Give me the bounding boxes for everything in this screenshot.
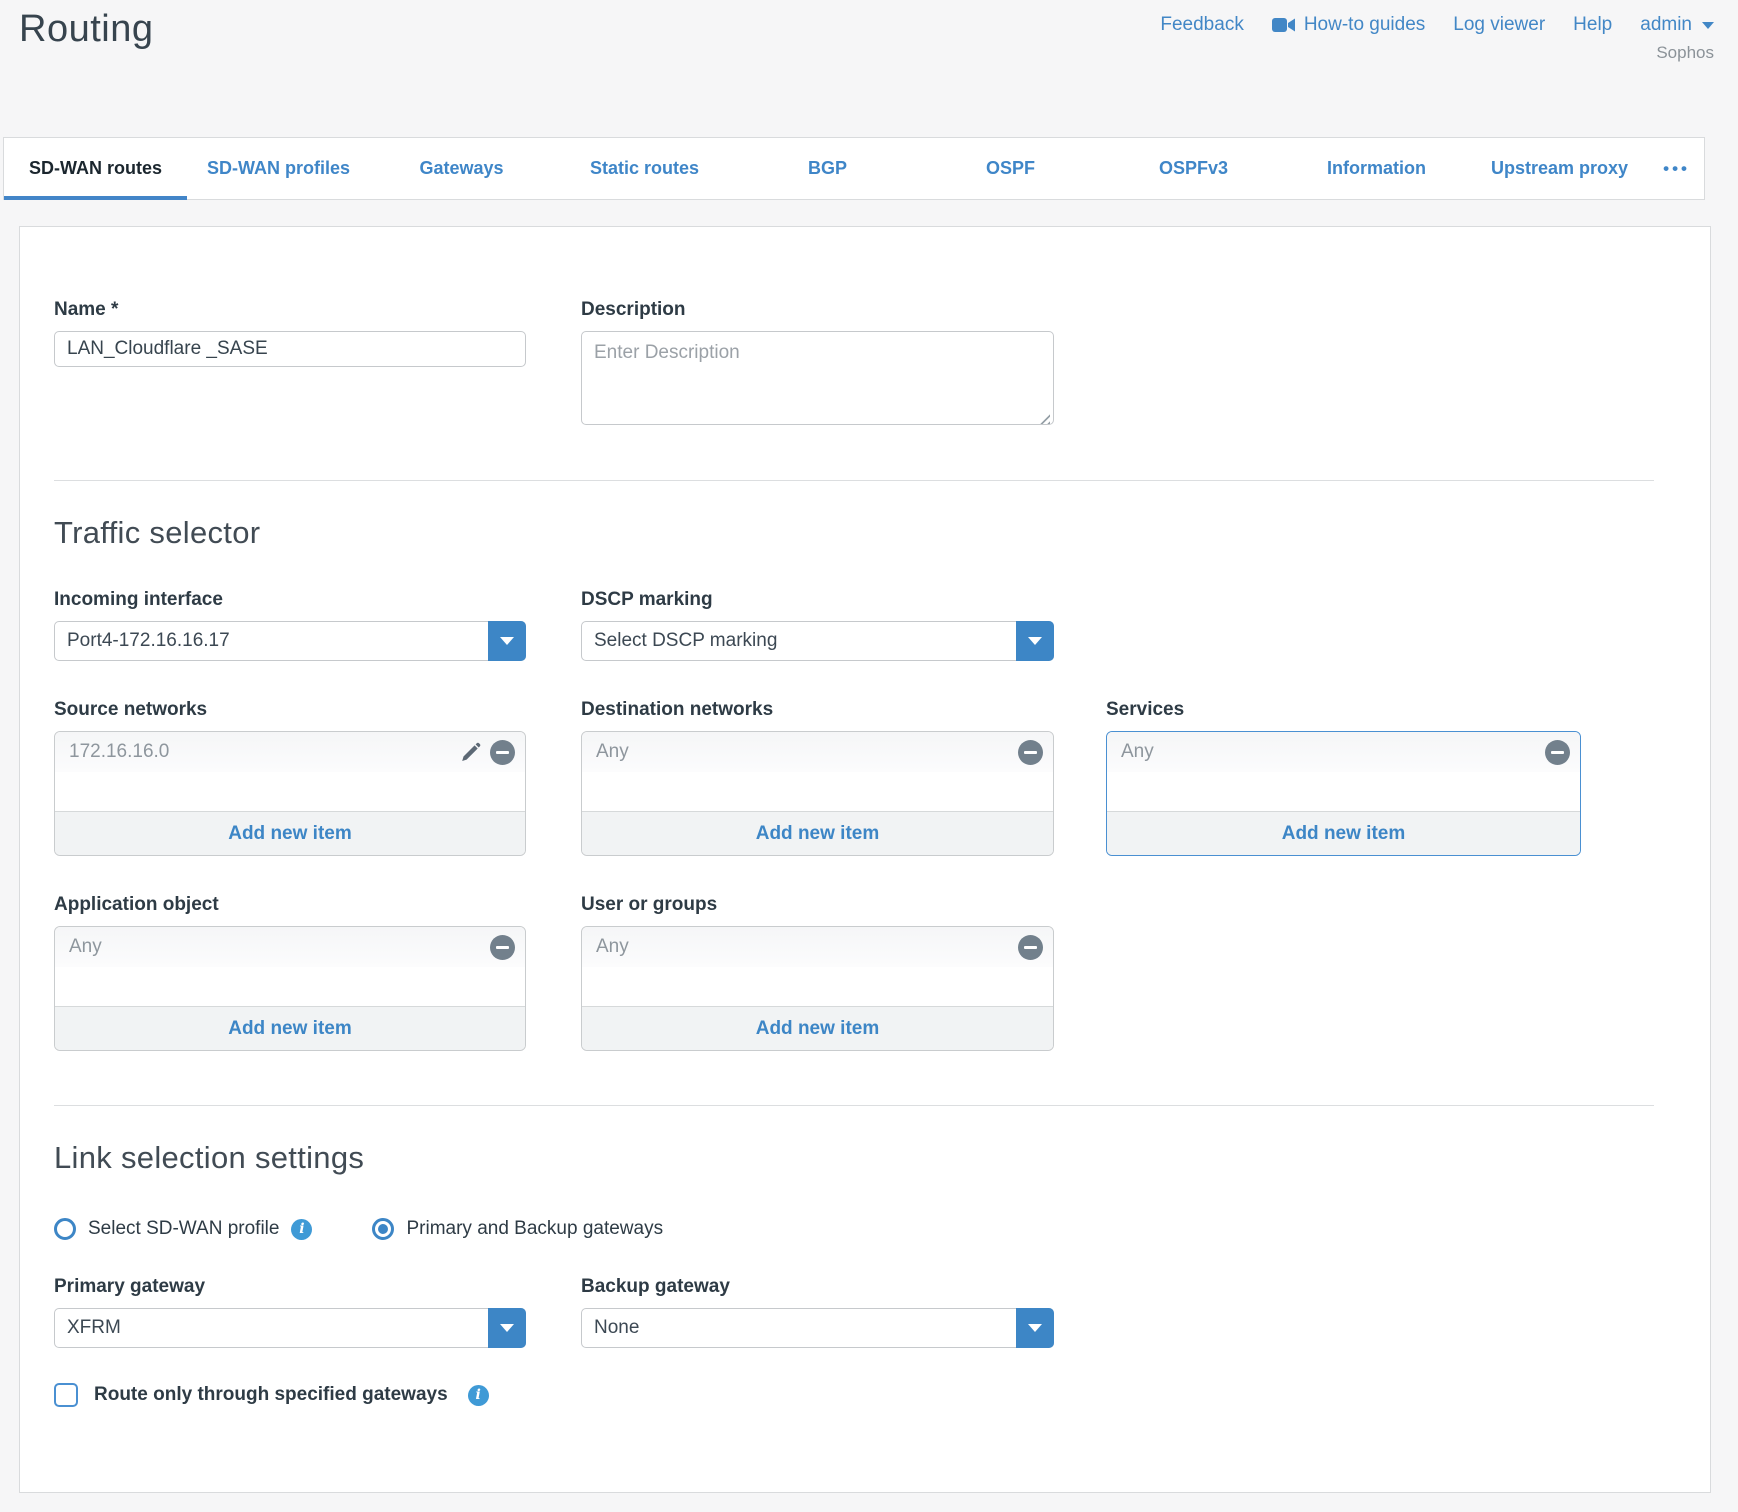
link-selection-heading: Link selection settings — [54, 1140, 1671, 1176]
route-only-checkbox-label: Route only through specified gateways — [94, 1384, 448, 1406]
primary-gateway-label: Primary gateway — [54, 1276, 526, 1298]
backup-gateway-label: Backup gateway — [581, 1276, 1054, 1298]
help-link[interactable]: Help — [1573, 14, 1612, 36]
add-new-item-button[interactable]: Add new item — [55, 811, 525, 855]
page-header: Routing Feedback How-to guides Log viewe… — [0, 0, 1738, 137]
user-or-groups-label: User or groups — [581, 894, 1054, 916]
remove-item-icon[interactable] — [1545, 740, 1570, 765]
add-new-item-button[interactable]: Add new item — [55, 1006, 525, 1050]
top-navigation: Feedback How-to guides Log viewer Help a… — [1160, 14, 1714, 63]
backup-gateway-value: None — [582, 1317, 1016, 1339]
feedback-link[interactable]: Feedback — [1160, 14, 1243, 36]
required-mark: * — [111, 299, 118, 320]
section-divider — [54, 1105, 1654, 1106]
remove-item-icon[interactable] — [490, 740, 515, 765]
primary-backup-radio-label: Primary and Backup gateways — [406, 1218, 663, 1240]
howto-guides-link[interactable]: How-to guides — [1272, 14, 1425, 36]
remove-item-icon[interactable] — [1018, 935, 1043, 960]
chevron-down-icon — [1702, 22, 1714, 29]
list-item: Any — [582, 732, 1053, 772]
remove-item-icon[interactable] — [1018, 740, 1043, 765]
name-label: Name * — [54, 299, 526, 321]
list-item-value: Any — [69, 936, 102, 958]
list-item: Any — [1107, 732, 1580, 772]
tab-gateways[interactable]: Gateways — [370, 138, 553, 199]
tab-information[interactable]: Information — [1285, 138, 1468, 199]
add-new-item-button[interactable]: Add new item — [582, 811, 1053, 855]
video-camera-icon — [1272, 17, 1296, 33]
list-empty-area — [582, 772, 1053, 811]
traffic-selector-heading: Traffic selector — [54, 515, 1671, 551]
list-empty-area — [582, 967, 1053, 1006]
tab-sd-wan-routes[interactable]: SD-WAN routes — [4, 138, 187, 199]
remove-item-icon[interactable] — [490, 935, 515, 960]
route-only-checkbox[interactable] — [54, 1383, 78, 1407]
tab-ospfv3[interactable]: OSPFv3 — [1102, 138, 1285, 199]
primary-gateway-value: XFRM — [55, 1317, 488, 1339]
list-item-value: Any — [596, 741, 629, 763]
application-object-list: Any Add new item — [54, 926, 526, 1051]
description-label: Description — [581, 299, 1054, 321]
tab-sd-wan-profiles[interactable]: SD-WAN profiles — [187, 138, 370, 199]
dropdown-arrow-button[interactable] — [1016, 1308, 1054, 1348]
route-editor-card: Name * Description Traffic selector Inco… — [19, 226, 1711, 1493]
services-label: Services — [1106, 699, 1581, 721]
list-item: Any — [582, 927, 1053, 967]
howto-guides-label: How-to guides — [1304, 14, 1425, 36]
add-new-item-button[interactable]: Add new item — [1107, 811, 1580, 855]
description-textarea[interactable] — [581, 331, 1054, 425]
incoming-interface-label: Incoming interface — [54, 589, 526, 611]
dscp-marking-label: DSCP marking — [581, 589, 1054, 611]
destination-networks-list: Any Add new item — [581, 731, 1054, 856]
radio-selected-icon[interactable] — [372, 1218, 394, 1240]
tab-bgp[interactable]: BGP — [736, 138, 919, 199]
list-empty-area — [55, 967, 525, 1006]
tab-ospf[interactable]: OSPF — [919, 138, 1102, 199]
tab-bar: SD-WAN routesSD-WAN profilesGatewaysStat… — [3, 137, 1705, 200]
source-networks-list: 172.16.16.0 Add new item — [54, 731, 526, 856]
edit-pencil-icon[interactable] — [459, 740, 483, 764]
list-item: 172.16.16.0 — [55, 732, 525, 772]
dscp-marking-value: Select DSCP marking — [582, 630, 1016, 652]
radio-unselected-icon[interactable] — [54, 1218, 76, 1240]
services-list: Any Add new item — [1106, 731, 1581, 856]
more-tabs-button[interactable]: ••• — [1663, 138, 1690, 199]
list-item: Any — [55, 927, 525, 967]
incoming-interface-value: Port4-172.16.16.17 — [55, 630, 488, 652]
brand-label: Sophos — [1656, 43, 1714, 63]
dropdown-arrow-button[interactable] — [488, 1308, 526, 1348]
info-icon[interactable] — [468, 1385, 489, 1406]
log-viewer-link[interactable]: Log viewer — [1453, 14, 1545, 36]
list-empty-area — [1107, 772, 1580, 811]
name-input[interactable] — [54, 331, 526, 367]
dropdown-arrow-button[interactable] — [488, 621, 526, 661]
list-item-value: Any — [596, 936, 629, 958]
incoming-interface-select[interactable]: Port4-172.16.16.17 — [54, 621, 526, 661]
user-or-groups-list: Any Add new item — [581, 926, 1054, 1051]
primary-gateway-select[interactable]: XFRM — [54, 1308, 526, 1348]
page-title: Routing — [19, 8, 153, 51]
sdwan-profile-radio-option[interactable]: Select SD-WAN profile — [54, 1218, 312, 1240]
admin-menu-label: admin — [1640, 14, 1692, 36]
destination-networks-label: Destination networks — [581, 699, 1054, 721]
tab-static-routes[interactable]: Static routes — [553, 138, 736, 199]
admin-menu[interactable]: admin — [1640, 14, 1714, 36]
dscp-marking-select[interactable]: Select DSCP marking — [581, 621, 1054, 661]
source-networks-label: Source networks — [54, 699, 526, 721]
list-item-value: Any — [1121, 741, 1154, 763]
backup-gateway-select[interactable]: None — [581, 1308, 1054, 1348]
section-divider — [54, 480, 1654, 481]
info-icon[interactable] — [291, 1219, 312, 1240]
list-item-value: 172.16.16.0 — [69, 741, 169, 763]
sdwan-profile-radio-label: Select SD-WAN profile — [88, 1218, 279, 1240]
list-empty-area — [55, 772, 525, 811]
add-new-item-button[interactable]: Add new item — [582, 1006, 1053, 1050]
primary-backup-radio-option[interactable]: Primary and Backup gateways — [372, 1218, 663, 1240]
tab-upstream-proxy[interactable]: Upstream proxy — [1468, 138, 1651, 199]
dropdown-arrow-button[interactable] — [1016, 621, 1054, 661]
application-object-label: Application object — [54, 894, 526, 916]
